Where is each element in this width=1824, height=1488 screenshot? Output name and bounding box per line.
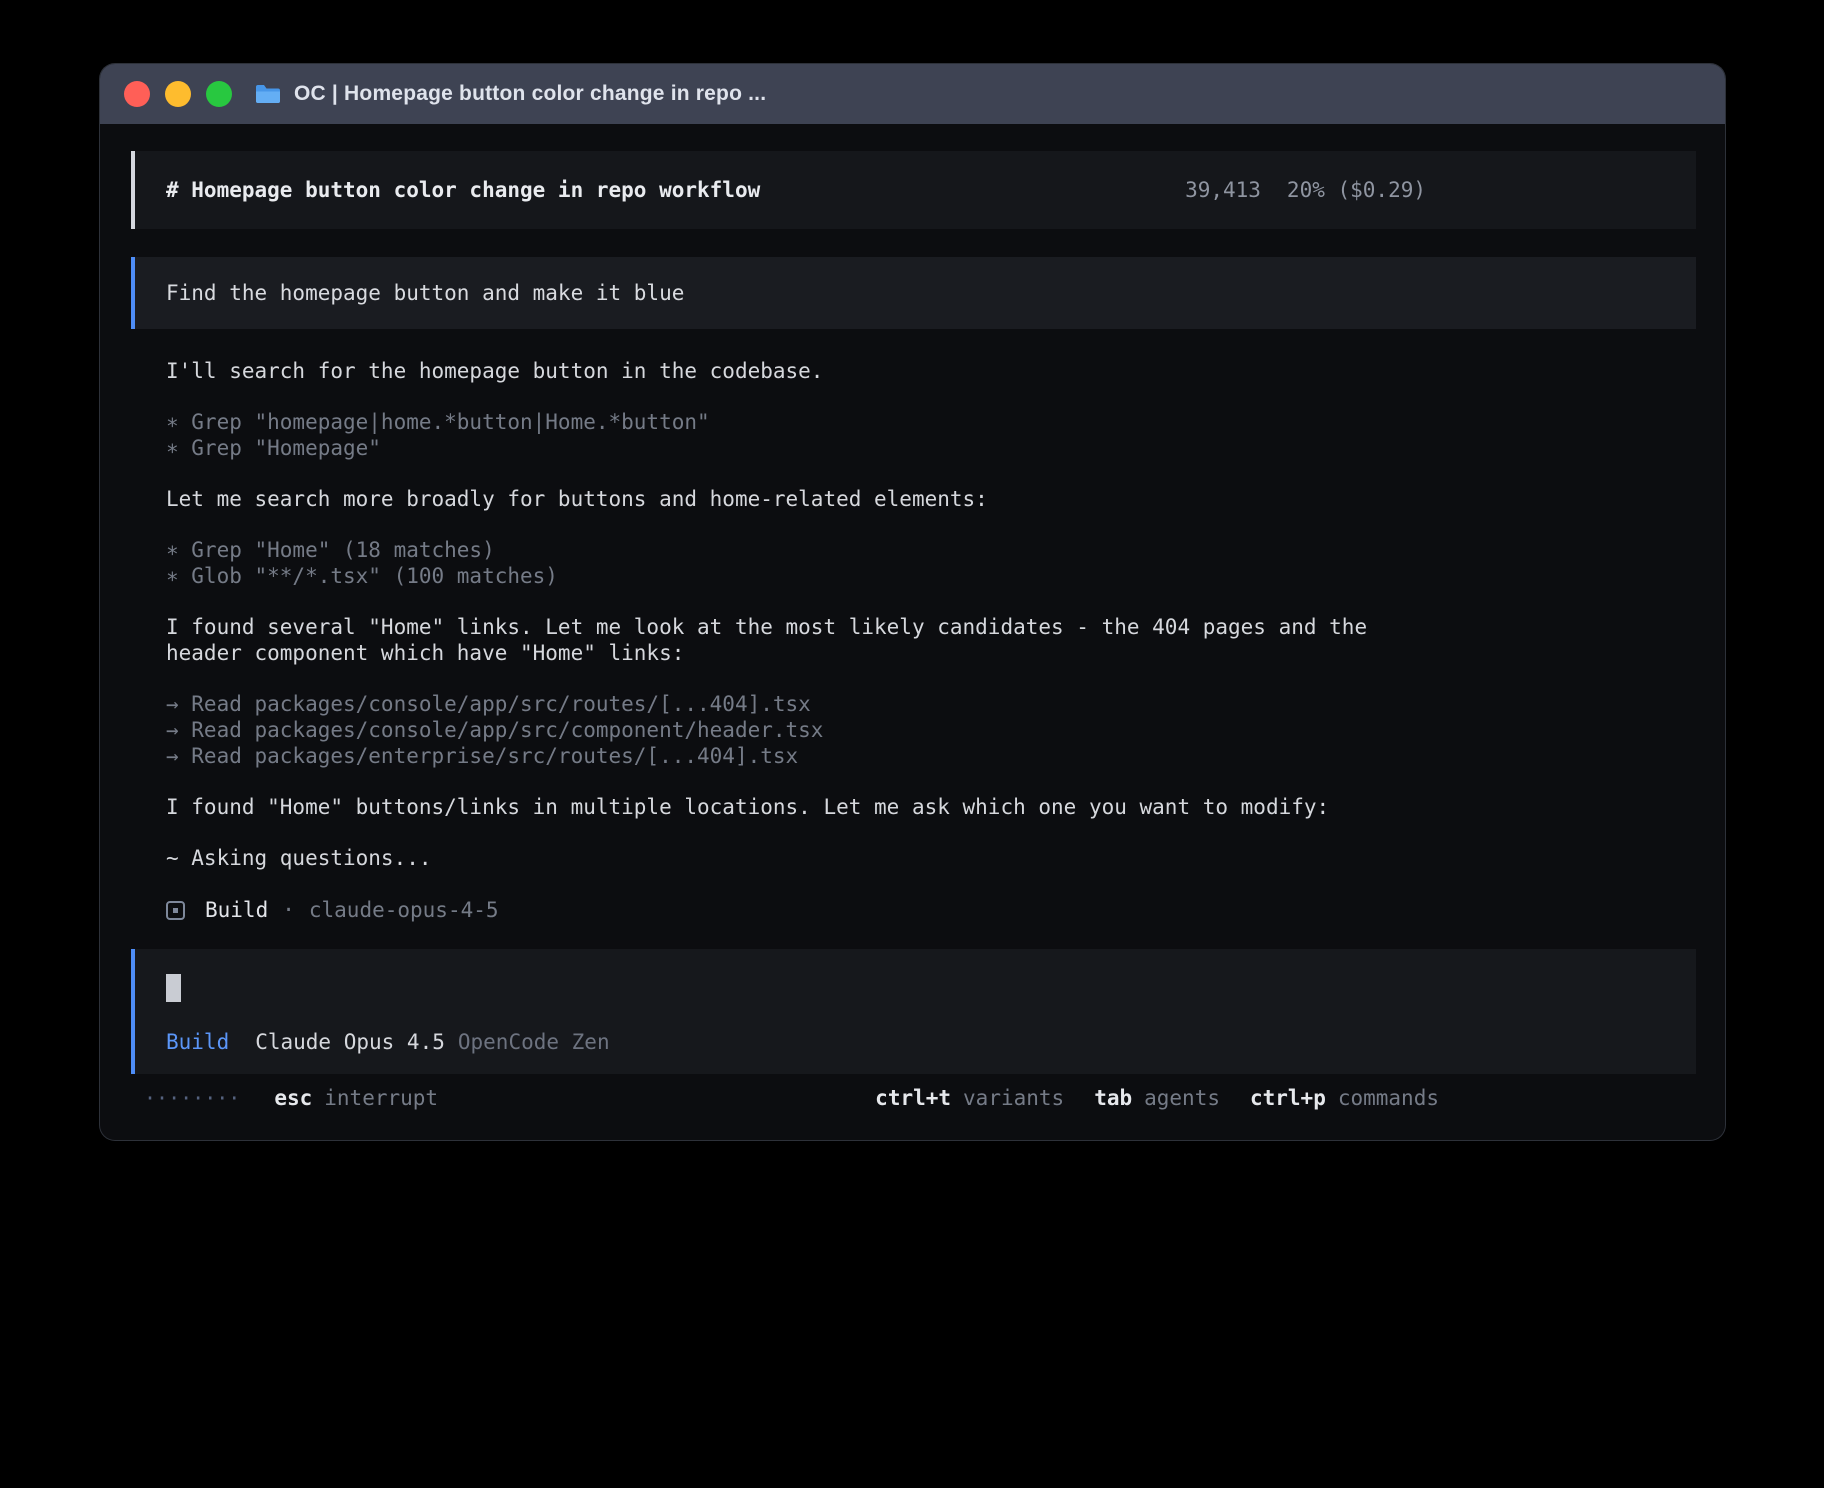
transcript-line: I found several "Home" links. Let me loo… [166,614,1661,640]
zoom-button[interactable] [206,81,232,107]
transcript-line: ∗ Glob "**/*.tsx" (100 matches) [166,563,1661,589]
context-usage: 20% ($0.29) [1287,178,1426,202]
transcript-line: header component which have "Home" links… [166,640,1661,666]
hint-label: variants [963,1086,1064,1110]
message-input[interactable]: Build Claude Opus 4.5 OpenCode Zen [131,949,1696,1074]
session-title: # Homepage button color change in repo w… [166,178,760,202]
transcript-line: → Read packages/console/app/src/routes/[… [166,691,1661,717]
user-message-text: Find the homepage button and make it blu… [166,281,684,305]
transcript: I'll search for the homepage button in t… [166,358,1661,871]
hint-key: tab [1094,1086,1132,1110]
hint-commands: ctrl+p commands [1250,1086,1439,1110]
session-stats: 39,413 20% ($0.29) [1185,178,1426,202]
close-button[interactable] [124,81,150,107]
window-titlebar[interactable]: OC | Homepage button color change in rep… [100,64,1725,124]
terminal-content: # Homepage button color change in repo w… [100,124,1725,1111]
token-count: 39,413 [1185,178,1261,202]
status-hints: ctrl+t variants tab agents ctrl+p comman… [875,1086,1439,1110]
terminal-window: OC | Homepage button color change in rep… [99,63,1726,1141]
transcript-line: Let me search more broadly for buttons a… [166,486,1661,512]
transcript-line: ∗ Grep "Home" (18 matches) [166,537,1661,563]
transcript-line: I found "Home" buttons/links in multiple… [166,794,1661,820]
folder-icon [254,83,282,105]
spinner-icon: ········ [144,1086,240,1110]
hint-label: agents [1144,1086,1220,1110]
hint-key: ctrl+p [1250,1086,1326,1110]
hint-key: ctrl+t [875,1086,951,1110]
hint-agents: tab agents [1094,1086,1220,1110]
composer-model: Claude Opus 4.5 [255,1030,445,1054]
agent-separator: · [282,898,295,922]
transcript-line: ∗ Grep "homepage|home.*button|Home.*butt… [166,409,1661,435]
composer-mode: Build [166,1030,229,1054]
agent-name: Build [205,898,268,922]
user-message: Find the homepage button and make it blu… [131,257,1696,329]
transcript-line: ∗ Grep "Homepage" [166,435,1661,461]
status-bar: ········ esc interrupt ctrl+t variants t… [131,1085,1696,1111]
minimize-button[interactable] [165,81,191,107]
build-agent-icon [166,901,185,920]
esc-key: esc [274,1086,312,1110]
hint-label: commands [1338,1086,1439,1110]
composer-footer: Build Claude Opus 4.5 OpenCode Zen [166,1030,1696,1054]
transcript-line: I'll search for the homepage button in t… [166,358,1661,384]
composer-provider: OpenCode Zen [458,1030,610,1054]
window-title: OC | Homepage button color change in rep… [294,82,766,106]
transcript-line: → Read packages/console/app/src/componen… [166,717,1661,743]
agent-model: claude-opus-4-5 [309,898,499,922]
transcript-line: ~ Asking questions... [166,845,1661,871]
transcript-line: → Read packages/enterprise/src/routes/[.… [166,743,1661,769]
status-left: ········ esc interrupt [144,1086,438,1110]
traffic-lights [124,81,232,107]
text-cursor [166,974,181,1002]
hint-variants: ctrl+t variants [875,1086,1064,1110]
interrupt-label: interrupt [324,1086,438,1110]
session-header: # Homepage button color change in repo w… [131,151,1696,229]
agent-status-line: Build · claude-opus-4-5 [166,897,1661,923]
